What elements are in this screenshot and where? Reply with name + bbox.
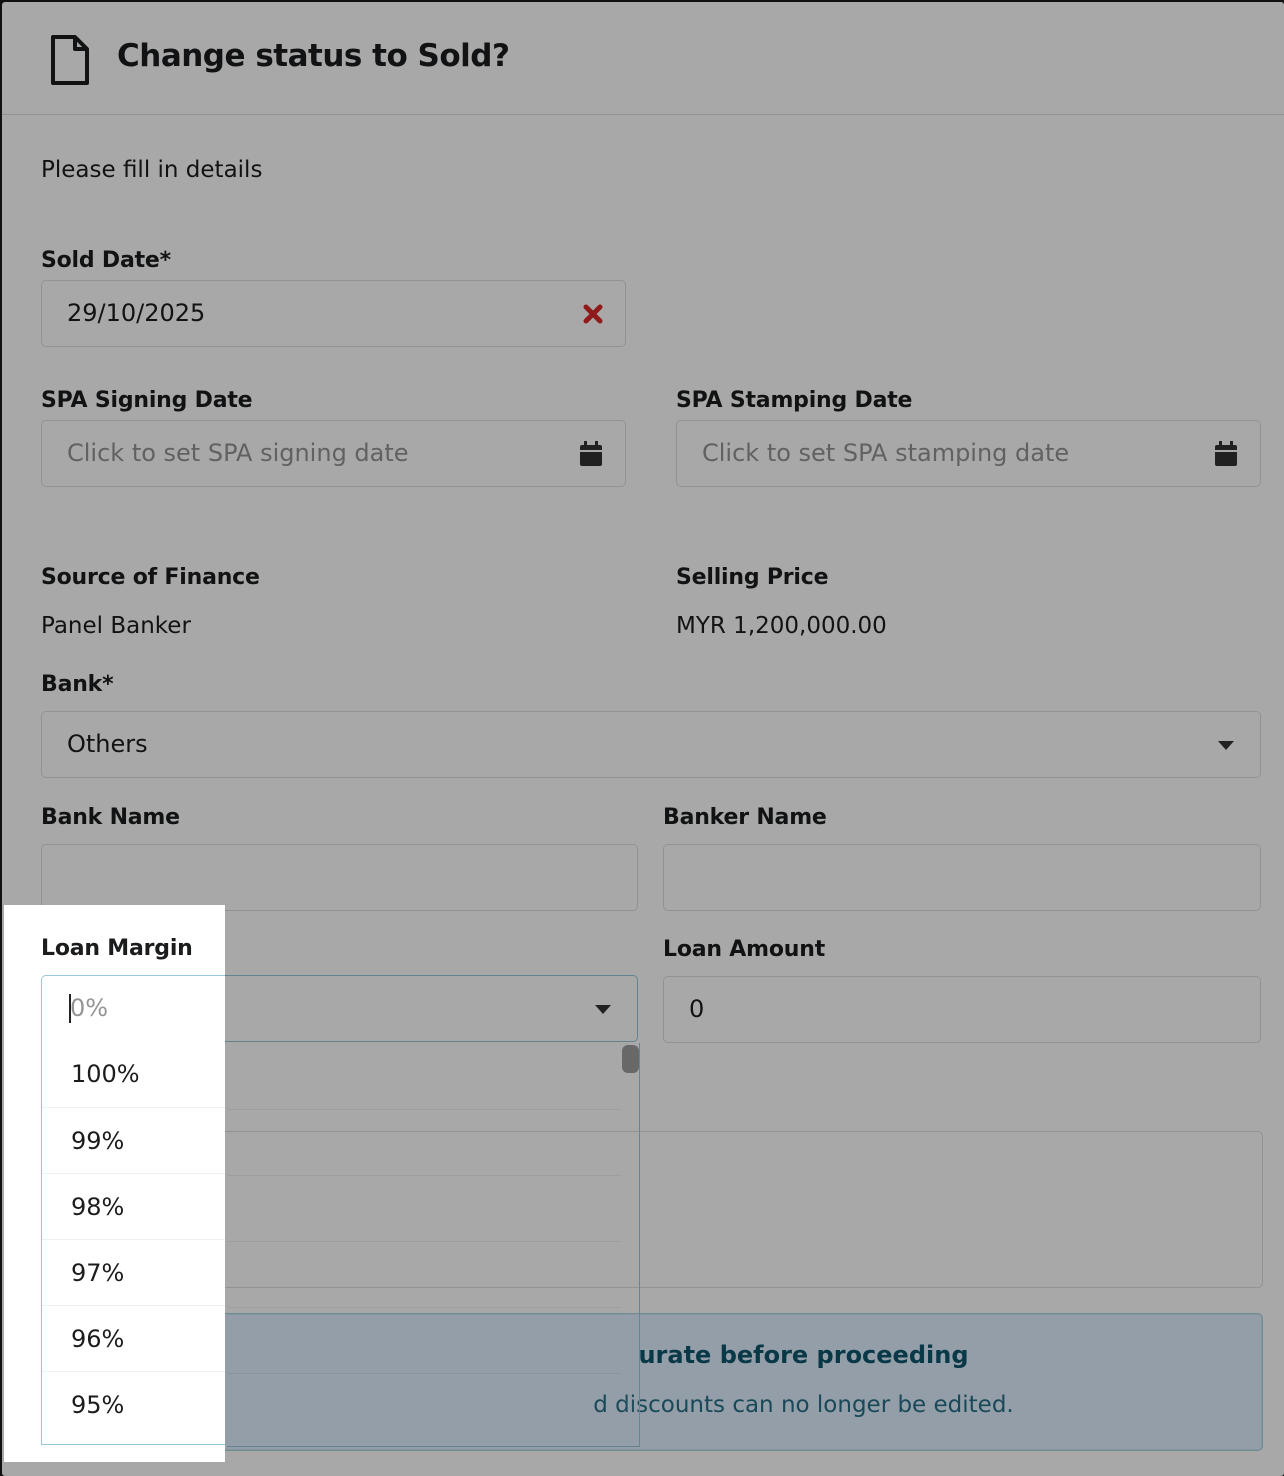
intro-text: Please fill in details xyxy=(41,157,263,183)
sold-date-label: Sold Date* xyxy=(41,248,171,273)
modal-title: Change status to Sold? xyxy=(117,38,510,74)
spa-signing-input[interactable]: Click to set SPA signing date xyxy=(41,420,626,487)
bank-label: Bank* xyxy=(41,672,114,697)
text-cursor xyxy=(69,994,71,1023)
selling-price-value: MYR 1,200,000.00 xyxy=(676,613,887,639)
menu-divider xyxy=(227,1373,622,1374)
chevron-down-icon xyxy=(1218,741,1234,750)
loan-margin-label: Loan Margin xyxy=(41,936,193,961)
banker-name-label: Banker Name xyxy=(663,805,827,830)
option-97[interactable]: 97% xyxy=(42,1239,225,1305)
option-label: 97% xyxy=(71,1259,125,1287)
option-100[interactable]: 100% xyxy=(42,1041,225,1107)
chevron-down-icon xyxy=(595,1005,611,1014)
spa-stamping-placeholder: Click to set SPA stamping date xyxy=(702,439,1070,467)
bank-select[interactable]: Others xyxy=(41,711,1261,778)
clear-icon[interactable] xyxy=(583,304,603,324)
loan-margin-placeholder: 0% xyxy=(70,994,109,1022)
option-label: 98% xyxy=(71,1193,125,1221)
option-label: 99% xyxy=(71,1127,125,1155)
sold-date-value: 29/10/2025 xyxy=(67,299,206,327)
source-of-finance-label: Source of Finance xyxy=(41,565,260,590)
option-96[interactable]: 96% xyxy=(42,1305,225,1371)
menu-scroll-thumb[interactable] xyxy=(622,1045,639,1073)
option-label: 95% xyxy=(71,1391,125,1419)
bank-selected: Others xyxy=(67,730,148,758)
spa-signing-placeholder: Click to set SPA signing date xyxy=(67,439,409,467)
spa-stamping-label: SPA Stamping Date xyxy=(676,388,913,413)
menu-divider xyxy=(227,1175,622,1176)
option-99[interactable]: 99% xyxy=(42,1107,225,1173)
info-message: urate before proceeding d discounts can … xyxy=(42,1313,1263,1451)
loan-amount-value: 0 xyxy=(689,995,705,1023)
modal-header: Change status to Sold? xyxy=(2,2,1284,115)
menu-scrollbar[interactable] xyxy=(622,1043,640,1446)
option-label: 100% xyxy=(71,1060,140,1088)
bank-name-label: Bank Name xyxy=(41,805,180,830)
loan-margin-options: 100% 99% 98% 97% 96% 95% xyxy=(41,1041,225,1445)
source-of-finance-value: Panel Banker xyxy=(41,613,191,639)
option-98[interactable]: 98% xyxy=(42,1173,225,1239)
calendar-icon xyxy=(580,441,602,466)
option-95[interactable]: 95% xyxy=(42,1371,225,1437)
loan-margin-menu xyxy=(227,1043,640,1447)
menu-divider xyxy=(227,1109,622,1110)
sold-date-input[interactable]: 29/10/2025 xyxy=(41,280,626,347)
file-icon xyxy=(51,35,89,85)
selling-price-label: Selling Price xyxy=(676,565,829,590)
spotlight-region: Loan Margin 0% 100% 99% 98% 97% 96% 95% xyxy=(4,905,225,1462)
spa-stamping-input[interactable]: Click to set SPA stamping date xyxy=(676,420,1261,487)
menu-divider xyxy=(227,1307,622,1308)
option-label: 96% xyxy=(71,1325,125,1353)
loan-amount-input[interactable]: 0 xyxy=(663,976,1261,1043)
loan-amount-label: Loan Amount xyxy=(663,937,826,962)
calendar-icon xyxy=(1215,441,1237,466)
remarks-textarea[interactable] xyxy=(42,1131,1263,1288)
bank-name-input[interactable] xyxy=(41,844,638,911)
spa-signing-label: SPA Signing Date xyxy=(41,388,253,413)
menu-divider xyxy=(227,1241,622,1242)
banker-name-input[interactable] xyxy=(663,844,1261,911)
loan-margin-search-input[interactable]: 0% xyxy=(41,975,225,1042)
